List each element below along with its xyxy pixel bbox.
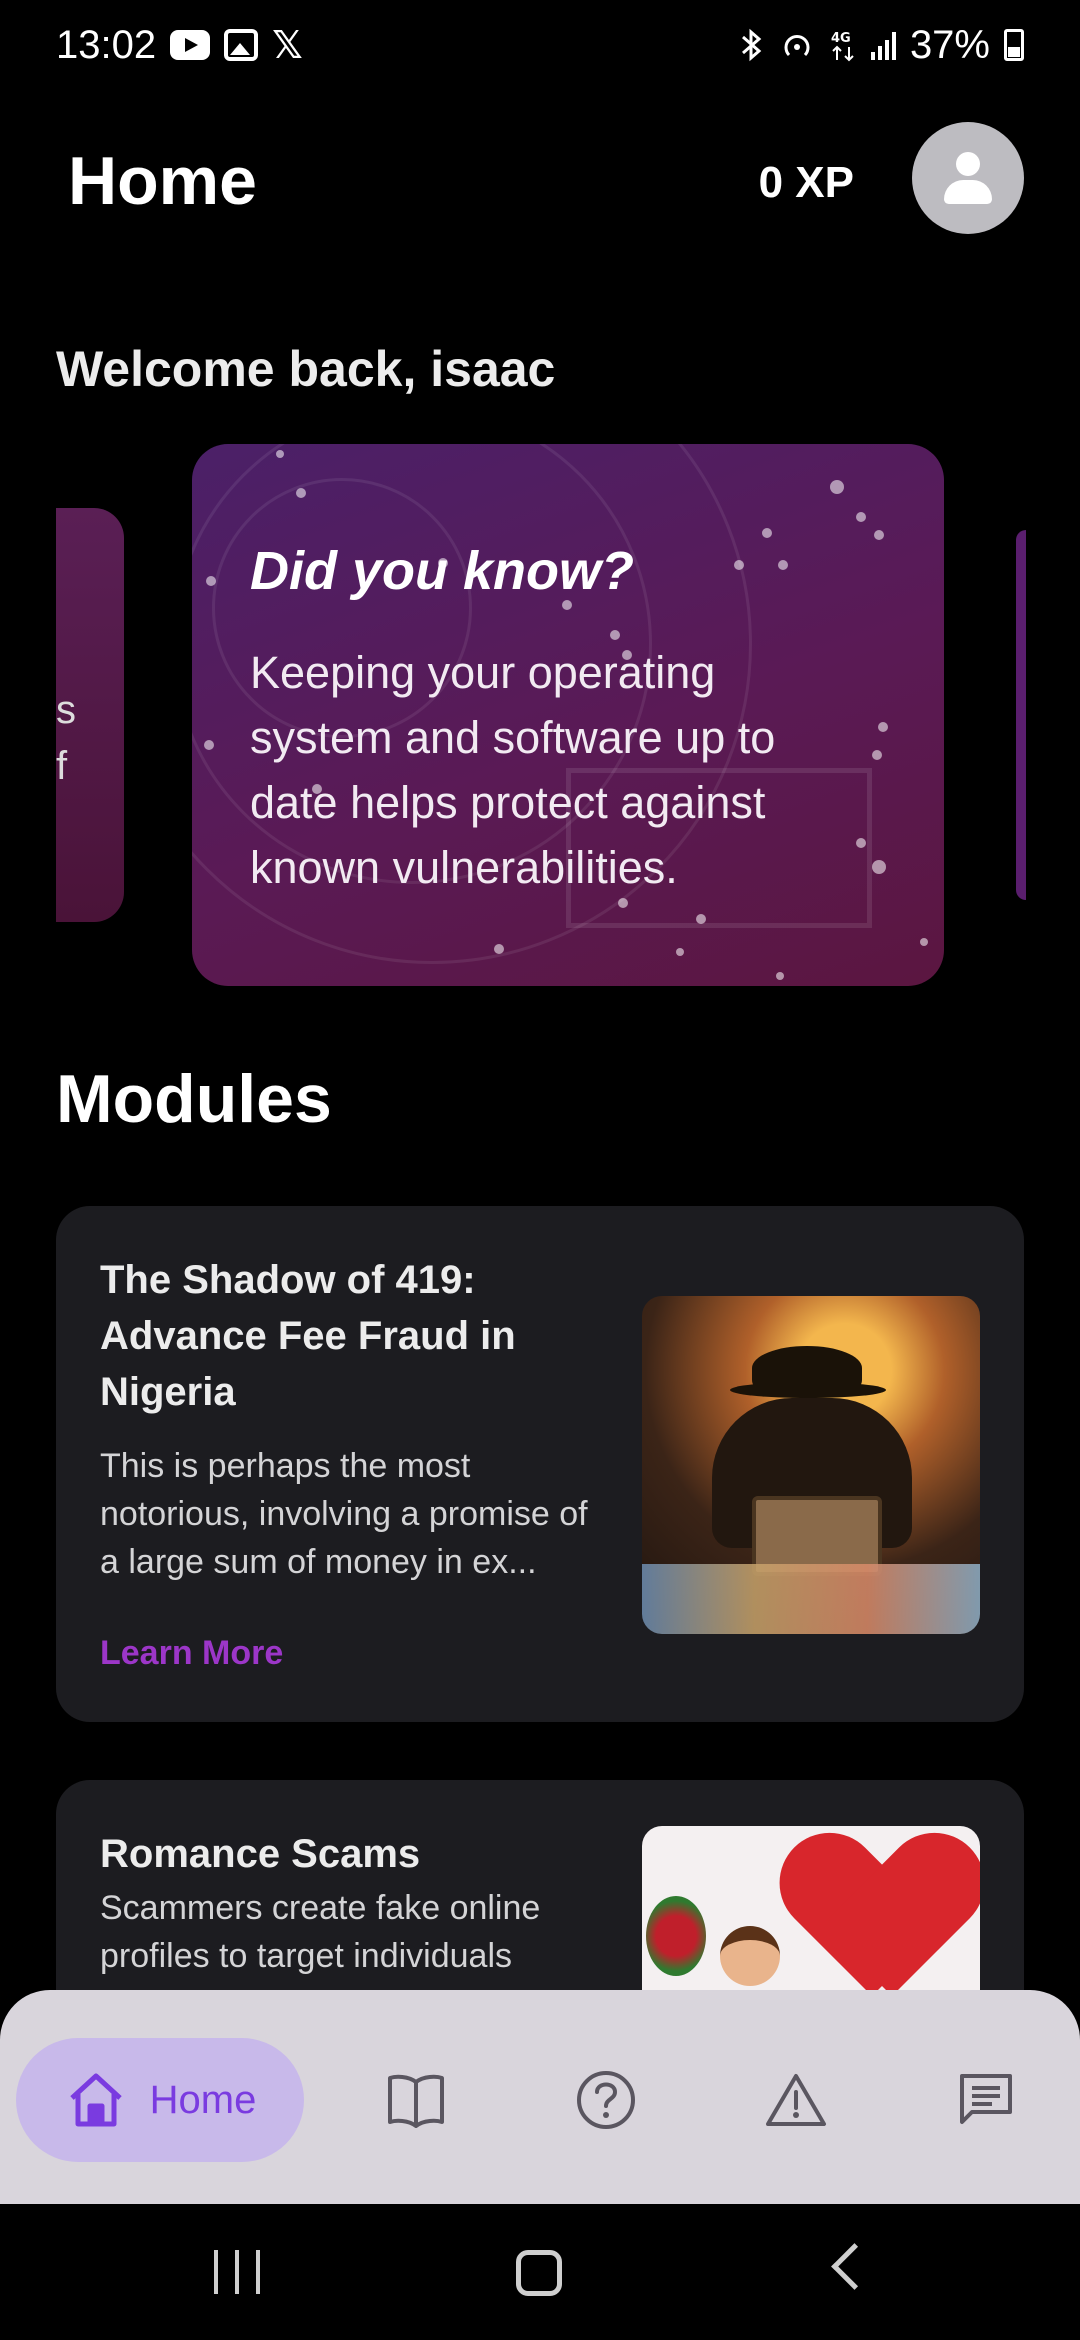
module-title: Romance Scams xyxy=(100,1832,421,1876)
book-icon xyxy=(388,2074,444,2128)
module-thumbnail xyxy=(642,1296,980,1634)
nav-home-label: Home xyxy=(149,2077,257,2122)
person-icon xyxy=(956,152,980,176)
hotspot-icon xyxy=(784,35,810,57)
tip-body: Keeping your operating system and softwa… xyxy=(250,647,776,893)
status-right: 4G 37% xyxy=(737,23,1024,68)
carousel-card-previous[interactable]: s f xyxy=(56,508,124,922)
home-icon xyxy=(69,2073,122,2127)
svg-text:4G: 4G xyxy=(831,31,851,46)
nav-learn[interactable] xyxy=(356,2038,476,2162)
did-you-know-card[interactable]: Did you know? Keeping your operating sys… xyxy=(192,444,944,986)
partial-text: s xyxy=(56,688,76,732)
chat-icon xyxy=(960,2074,1012,2124)
bluetooth-icon xyxy=(741,28,762,62)
battery-percent: 37% xyxy=(909,22,990,67)
module-title: The Shadow of 419: Advance Fee Fraud in … xyxy=(100,1258,516,1414)
xp-counter: 0 XP xyxy=(758,158,854,207)
gallery-icon xyxy=(224,29,259,61)
modules-heading: Modules xyxy=(56,1061,332,1137)
help-icon xyxy=(577,2071,635,2129)
bottom-navigation: Home xyxy=(0,1990,1080,2204)
partial-text: f xyxy=(56,744,68,788)
status-bar: 13:02 𝕏 4G 37% xyxy=(0,0,1080,90)
tip-heading: Did you know? xyxy=(250,541,634,601)
battery-icon xyxy=(1004,29,1024,61)
recents-button[interactable] xyxy=(214,2244,260,2300)
warning-icon xyxy=(766,2074,826,2126)
module-card[interactable]: The Shadow of 419: Advance Fee Fraud in … xyxy=(56,1206,1024,1722)
system-navigation-bar xyxy=(0,2204,1080,2340)
learn-more-link[interactable]: Learn More xyxy=(100,1634,283,1673)
nav-quiz[interactable] xyxy=(546,2038,666,2162)
signal-icon xyxy=(870,30,896,60)
module-description: This is perhaps the most notorious, invo… xyxy=(100,1447,588,1581)
x-icon: 𝕏 xyxy=(272,24,303,67)
page-title: Home xyxy=(68,143,257,219)
system-home-button[interactable] xyxy=(516,2250,562,2296)
back-button[interactable] xyxy=(830,2244,860,2300)
avatar[interactable] xyxy=(912,122,1024,234)
welcome-message: Welcome back, isaac xyxy=(56,341,556,397)
clock: 13:02 xyxy=(56,22,157,67)
network-4g-icon: 4G xyxy=(831,31,854,62)
youtube-icon xyxy=(170,30,211,60)
nav-report[interactable] xyxy=(736,2038,856,2162)
module-description: Scammers create fake online profiles to … xyxy=(100,1889,541,1975)
status-left: 13:02 𝕏 xyxy=(56,23,303,68)
nav-home[interactable]: Home xyxy=(16,2038,304,2162)
app-header: Home 0 XP xyxy=(0,120,1080,240)
nav-chat[interactable] xyxy=(926,2038,1046,2162)
carousel-card-next[interactable] xyxy=(1016,530,1026,900)
